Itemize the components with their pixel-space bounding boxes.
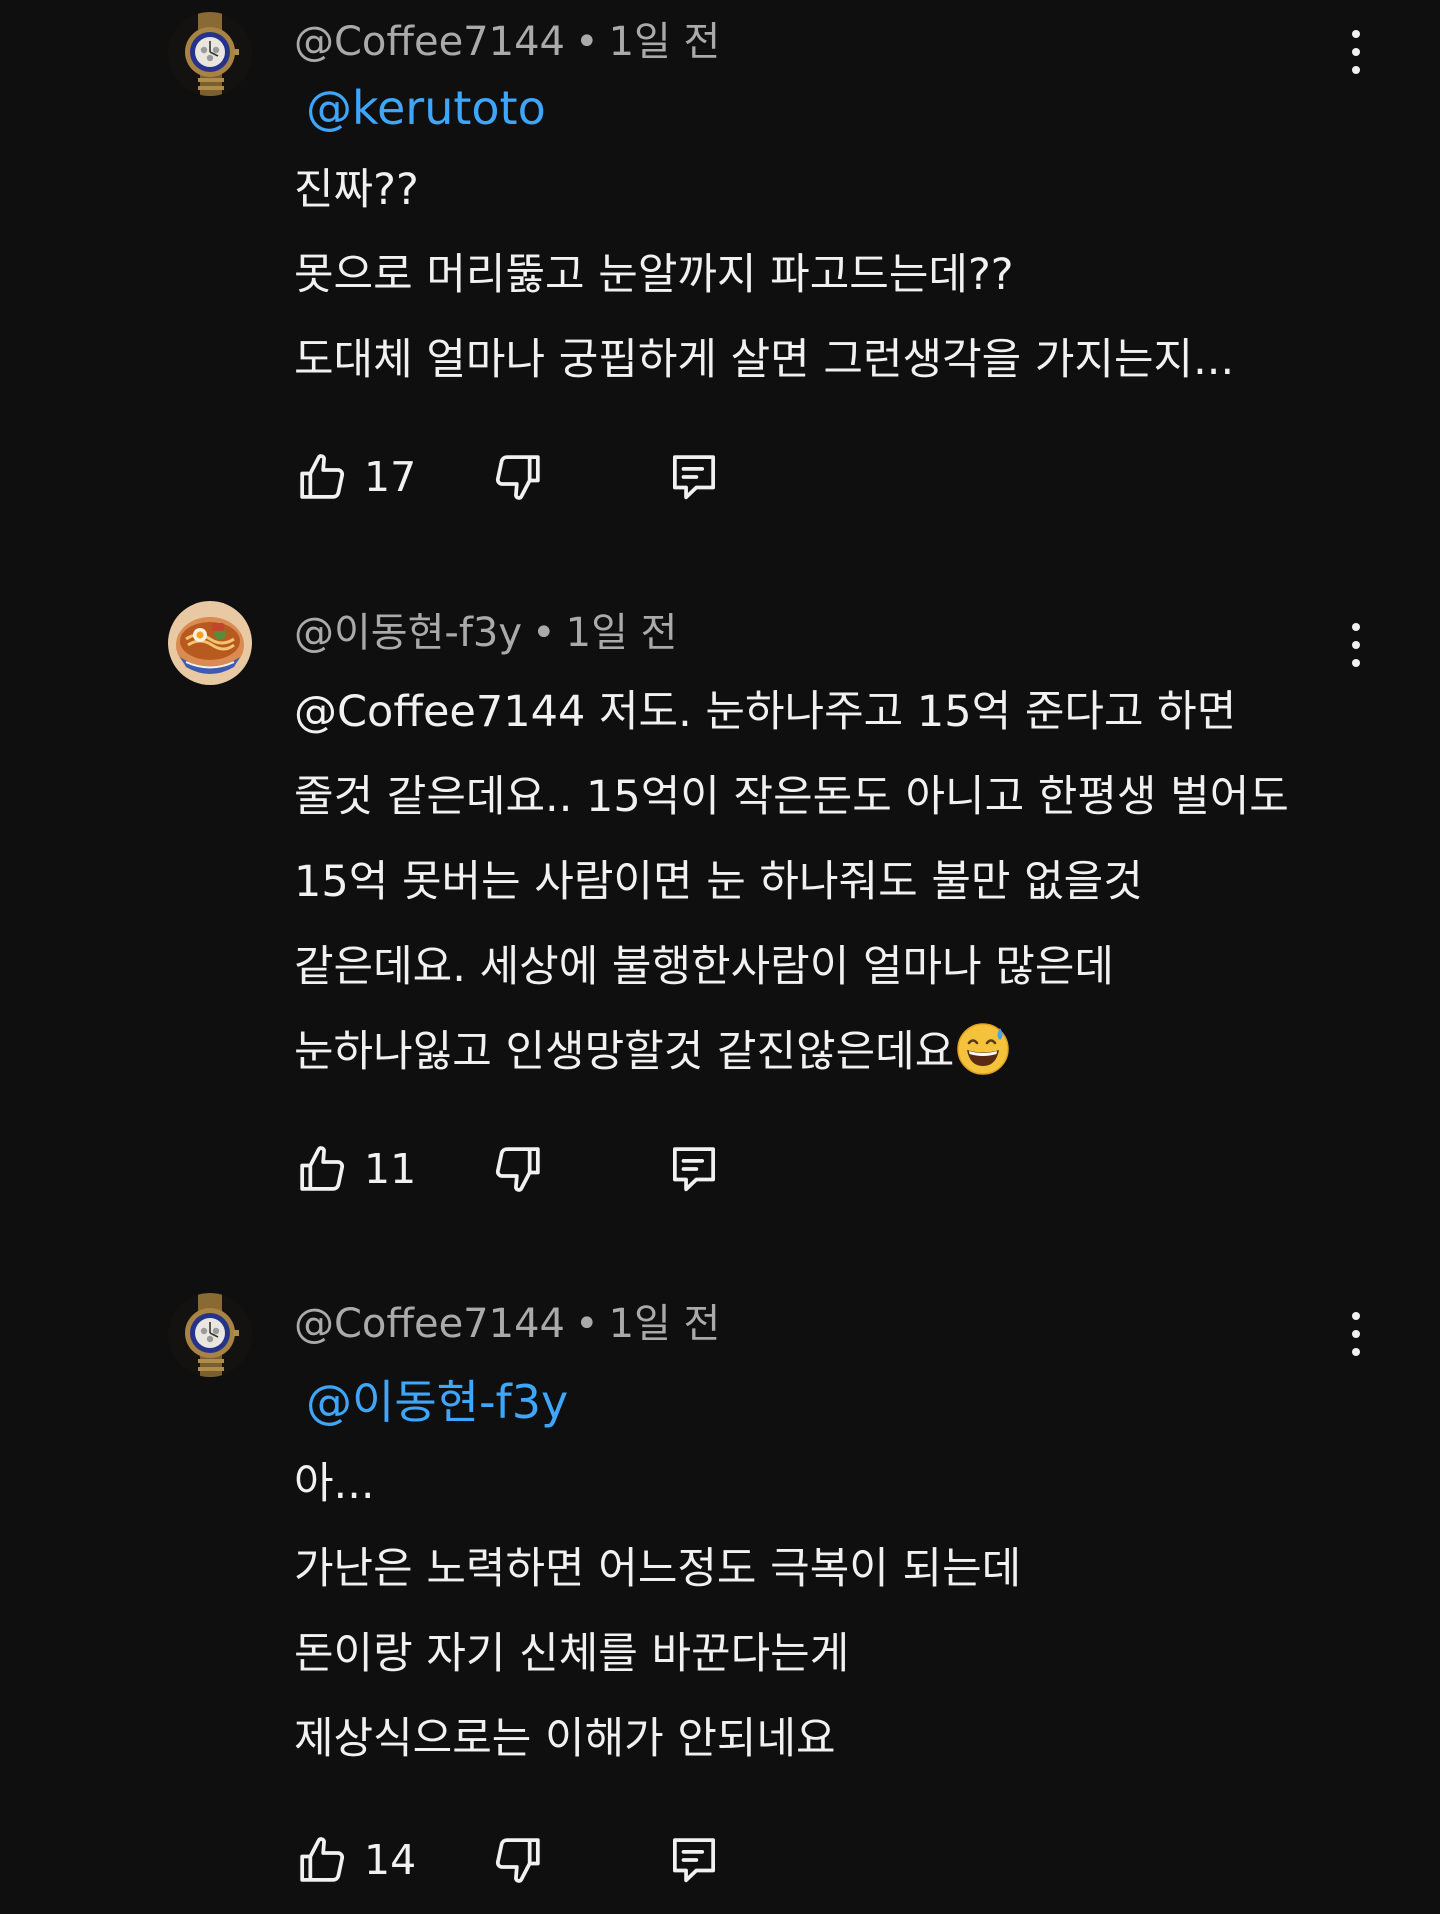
comment-line: 눈하나잃고 인생망할것 같진않은데요 [294, 1027, 955, 1077]
separator-dot: • [574, 19, 599, 65]
comment-line: 줄것 같은데요.. 15억이 작은돈도 아니고 한평생 벌어도 [294, 772, 1289, 822]
watch-avatar-icon [168, 12, 252, 96]
comment-line: 도대체 얼마나 궁핍하게 살면 그런생각을 가지는지... [294, 335, 1235, 385]
thumbs-up-icon [294, 1141, 350, 1197]
mention-link[interactable]: @이동현-f3y [306, 1372, 568, 1432]
reply-button[interactable] [666, 1137, 722, 1201]
comment-line: 15억 못버는 사람이면 눈 하나줘도 불만 없을것 [294, 857, 1143, 907]
reply-button[interactable] [666, 445, 722, 509]
thumbs-down-icon [490, 449, 546, 505]
timestamp[interactable]: 1일 전 [609, 1301, 721, 1347]
comment-line: 돈이랑 자기 신체를 바꾼다는게 [294, 1629, 850, 1679]
like-count: 11 [364, 1145, 417, 1193]
comment-meta: @이동현-f3y • 1일 전 [294, 605, 677, 661]
comment-text: @Coffee7144 저도. 눈하나주고 15억 준다고 하면 줄것 같은데요… [294, 670, 1354, 1095]
thumbs-up-icon [294, 1832, 350, 1888]
more-options-button[interactable] [1336, 1298, 1376, 1370]
reply-button[interactable] [666, 1828, 722, 1892]
comment-line: 제상식으로는 이해가 안되네요 [294, 1714, 836, 1764]
like-button[interactable]: 14 [294, 1828, 416, 1892]
thumbs-down-icon [490, 1832, 546, 1888]
comment-line: 못으로 머리뚫고 눈알까지 파고드는데?? [294, 250, 1014, 300]
comment-line-with-emoji: 눈하나잃고 인생망할것 같진않은데요 [294, 1010, 1354, 1095]
separator-dot: • [574, 1301, 599, 1347]
comment-line: 같은데요. 세상에 불행한사람이 얼마나 많은데 [294, 942, 1114, 992]
comment-meta: @Coffee7144 • 1일 전 [294, 14, 720, 70]
avatar[interactable] [168, 1293, 252, 1377]
timestamp[interactable]: 1일 전 [609, 19, 721, 65]
reply-comment-icon [666, 1141, 722, 1197]
reply-comment-icon [666, 449, 722, 505]
comment-text: 아... 가난은 노력하면 어느정도 극복이 되는데 돈이랑 자기 신체를 바꾼… [294, 1442, 1354, 1782]
timestamp[interactable]: 1일 전 [566, 610, 678, 656]
dislike-button[interactable] [490, 445, 546, 509]
dislike-button[interactable] [490, 1137, 546, 1201]
watch-avatar-icon [168, 1293, 252, 1377]
author-name[interactable]: @Coffee7144 [294, 19, 565, 65]
comment-line: @Coffee7144 저도. 눈하나주고 15억 준다고 하면 [294, 687, 1237, 737]
author-name[interactable]: @Coffee7144 [294, 1301, 565, 1347]
like-button[interactable]: 11 [294, 1137, 416, 1201]
comment-text: 진짜?? 못으로 머리뚫고 눈알까지 파고드는데?? 도대체 얼마나 궁핍하게 … [294, 148, 1354, 403]
mention-link[interactable]: @kerutoto [306, 78, 546, 138]
thumbs-down-icon [490, 1141, 546, 1197]
more-options-button[interactable] [1336, 16, 1376, 88]
ramen-bowl-avatar-icon [168, 601, 252, 685]
thumbs-up-icon [294, 449, 350, 505]
more-vert-icon [1352, 30, 1360, 38]
reply-comment-icon [666, 1832, 722, 1888]
like-button[interactable]: 17 [294, 445, 416, 509]
avatar[interactable] [168, 601, 252, 685]
separator-dot: • [532, 610, 556, 656]
comment-line: 아... [294, 1459, 375, 1509]
comment-line: 가난은 노력하면 어느정도 극복이 되는데 [294, 1544, 1022, 1594]
avatar[interactable] [168, 12, 252, 96]
like-count: 14 [364, 1836, 417, 1884]
more-vert-icon [1352, 623, 1360, 631]
author-name[interactable]: @이동현-f3y [294, 610, 522, 656]
more-vert-icon [1352, 1312, 1360, 1320]
sweat-smile-emoji-icon [956, 1022, 1010, 1076]
dislike-button[interactable] [490, 1828, 546, 1892]
comment-meta: @Coffee7144 • 1일 전 [294, 1296, 720, 1352]
comment-line: 진짜?? [294, 165, 419, 215]
like-count: 17 [364, 453, 417, 501]
